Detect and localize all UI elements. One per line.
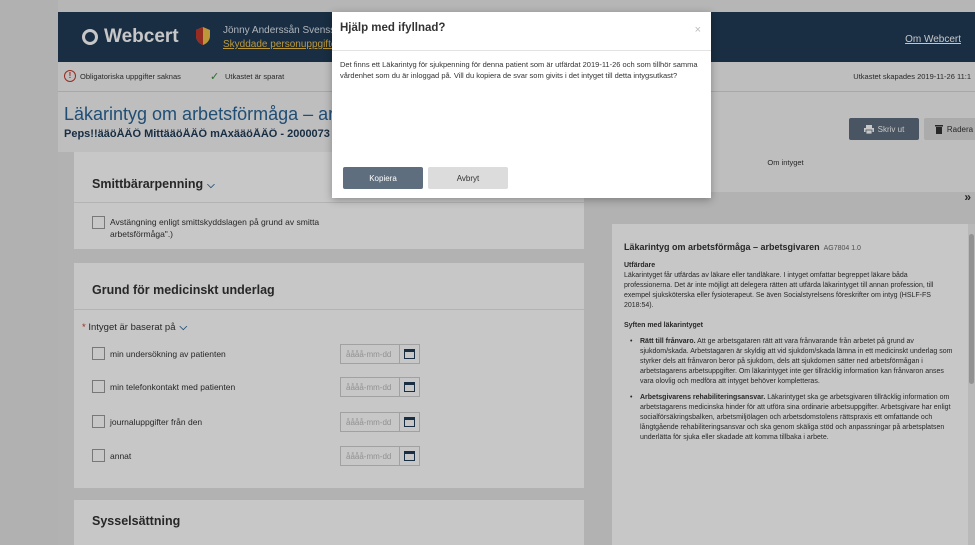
dialog-body: Det finns ett Läkarintyg för sjukpenning… — [340, 60, 698, 80]
copy-button[interactable]: Kopiera — [343, 167, 423, 189]
dialog-title: Hjälp med ifyllnad? — [340, 22, 446, 34]
help-dialog: Hjälp med ifyllnad? × Det finns ett Läka… — [332, 12, 711, 198]
cancel-button[interactable]: Avbryt — [428, 167, 508, 189]
close-icon[interactable]: × — [695, 24, 701, 36]
dialog-divider — [332, 50, 711, 51]
